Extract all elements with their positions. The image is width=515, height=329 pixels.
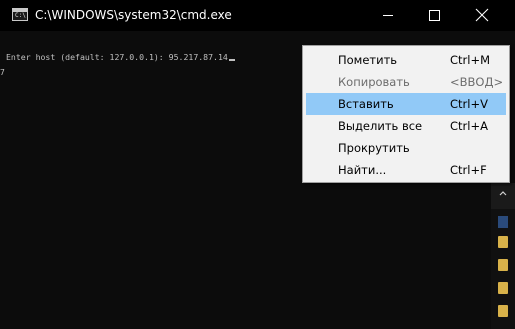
text-cursor: [228, 59, 235, 61]
maximize-button[interactable]: [411, 0, 457, 31]
context-menu: Пометить Ctrl+M Копировать <ВВОД> Встави…: [302, 45, 510, 183]
maximize-icon: [429, 10, 440, 21]
menu-item-label: Прокрутить: [338, 141, 410, 155]
minimize-icon: [383, 15, 393, 16]
folder-icon[interactable]: [498, 282, 508, 294]
icon-prompt-text: C:\: [15, 12, 26, 19]
image-thumbnail-icon[interactable]: [498, 216, 508, 228]
menu-item-shortcut: Ctrl+F: [450, 163, 487, 177]
menu-item-shortcut: Ctrl+A: [450, 119, 488, 133]
menu-item-shortcut: <ВВОД>: [450, 75, 504, 89]
minimize-button[interactable]: [365, 0, 411, 31]
menu-item-label: Пометить: [338, 53, 398, 67]
menu-item-scroll[interactable]: Прокрутить: [306, 137, 506, 159]
cmd-window: C:\ C:\WINDOWS\system32\cmd.exe Enter ho…: [0, 0, 515, 329]
menu-item-copy: Копировать <ВВОД>: [306, 71, 506, 93]
close-button[interactable]: [457, 0, 515, 31]
menu-item-shortcut: Ctrl+V: [450, 97, 488, 111]
host-prompt-text: Enter host (default: 127.0.0.1): 95.217.…: [6, 52, 228, 62]
menu-item-mark[interactable]: Пометить Ctrl+M: [306, 49, 506, 71]
menu-item-paste[interactable]: Вставить Ctrl+V: [306, 93, 506, 115]
left-fragment-text: 7: [0, 68, 5, 77]
cmd-console-icon[interactable]: C:\: [12, 8, 28, 21]
scroll-arrow-icon[interactable]: [491, 183, 515, 209]
window-title: C:\WINDOWS\system32\cmd.exe: [35, 8, 232, 22]
menu-item-label: Найти...: [338, 163, 387, 177]
menu-item-find[interactable]: Найти... Ctrl+F: [306, 159, 506, 181]
menu-item-label: Копировать: [338, 75, 410, 89]
menu-item-label: Выделить все: [338, 119, 423, 133]
folder-icon[interactable]: [498, 259, 508, 271]
title-bar[interactable]: C:\ C:\WINDOWS\system32\cmd.exe: [0, 0, 515, 31]
menu-item-label: Вставить: [338, 97, 394, 111]
close-icon: [475, 8, 489, 22]
left-edge-fragment: 7: [0, 64, 6, 329]
menu-item-select-all[interactable]: Выделить все Ctrl+A: [306, 115, 506, 137]
folder-icon[interactable]: [498, 305, 508, 317]
menu-item-shortcut: Ctrl+M: [450, 53, 491, 67]
background-window-edge: [491, 183, 515, 329]
folder-icon[interactable]: [498, 236, 508, 248]
